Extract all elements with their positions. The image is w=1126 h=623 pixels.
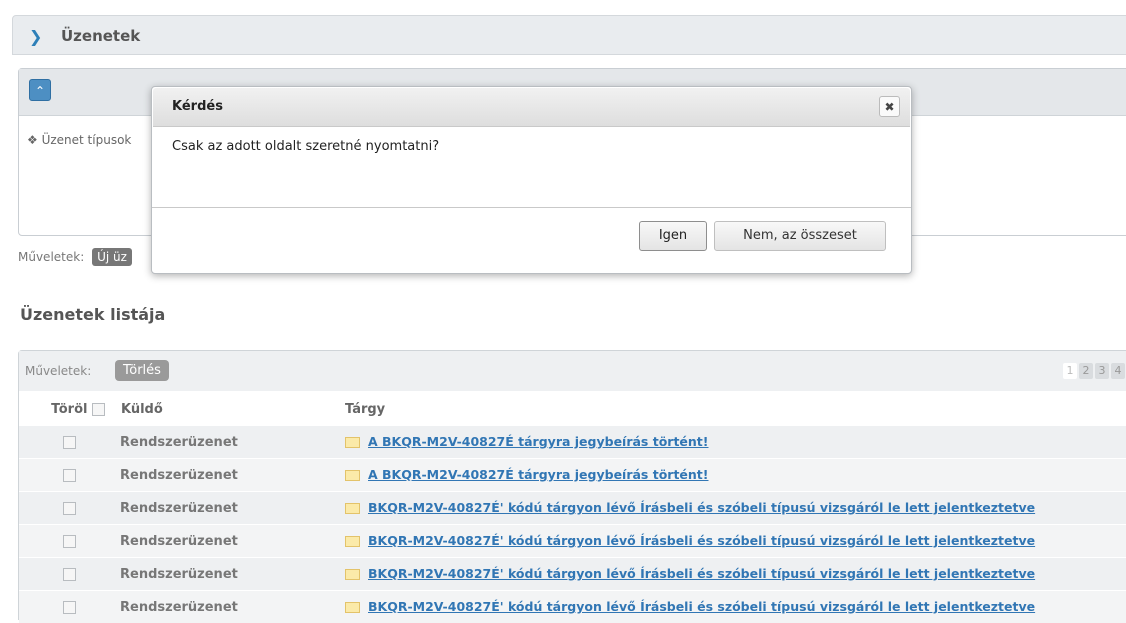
header-subject: Tárgy bbox=[344, 393, 1126, 426]
row-subject-link[interactable]: BKQR-M2V-40827É' kódú tárgyon lévő Írásb… bbox=[368, 500, 1035, 515]
row-checkbox[interactable] bbox=[63, 568, 76, 581]
yes-button[interactable]: Igen bbox=[639, 221, 707, 251]
row-checkbox[interactable] bbox=[63, 436, 76, 449]
operations-row: Műveletek: Új üz bbox=[18, 248, 132, 266]
select-all-checkbox[interactable] bbox=[92, 403, 105, 416]
page-title: Üzenetek bbox=[61, 27, 140, 45]
dialog-header: Kérdés ✖ bbox=[153, 88, 910, 127]
row-subject-link[interactable]: BKQR-M2V-40827É' kódú tárgyon lévő Írásb… bbox=[368, 533, 1035, 548]
dialog-divider bbox=[152, 207, 911, 208]
table-row[interactable]: Rendszerüzenet BKQR-M2V-40827É' kódú tár… bbox=[19, 525, 1126, 558]
envelope-icon bbox=[345, 536, 360, 547]
row-subject-link[interactable]: BKQR-M2V-40827É' kódú tárgyon lévő Írásb… bbox=[368, 599, 1035, 614]
row-checkbox[interactable] bbox=[63, 502, 76, 515]
page-3[interactable]: 3 bbox=[1095, 363, 1109, 379]
envelope-icon bbox=[345, 470, 360, 481]
row-sender: Rendszerüzenet bbox=[119, 492, 344, 525]
page-4[interactable]: 4 bbox=[1111, 363, 1125, 379]
confirm-dialog: Kérdés ✖ Csak az adott oldalt szeretné n… bbox=[151, 86, 912, 274]
message-list: Műveletek: Törlés 1234 Töröl Küldő Tárgy… bbox=[18, 350, 1126, 620]
list-operations-label: Műveletek: bbox=[25, 364, 91, 378]
table-row[interactable]: Rendszerüzenet BKQR-M2V-40827É' kódú tár… bbox=[19, 492, 1126, 525]
envelope-icon bbox=[345, 569, 360, 580]
table-row[interactable]: Rendszerüzenet A BKQR-M2V-40827É tárgyra… bbox=[19, 426, 1126, 459]
row-sender: Rendszerüzenet bbox=[119, 426, 344, 459]
row-sender: Rendszerüzenet bbox=[119, 591, 344, 623]
pager: 1234 bbox=[1061, 363, 1125, 379]
header-delete: Töröl bbox=[19, 393, 119, 426]
row-checkbox[interactable] bbox=[63, 469, 76, 482]
envelope-icon bbox=[345, 602, 360, 613]
table-row[interactable]: Rendszerüzenet A BKQR-M2V-40827É tárgyra… bbox=[19, 459, 1126, 492]
close-icon[interactable]: ✖ bbox=[879, 96, 900, 117]
envelope-icon bbox=[345, 503, 360, 514]
page-2[interactable]: 2 bbox=[1079, 363, 1093, 379]
envelope-icon bbox=[345, 437, 360, 448]
row-checkbox[interactable] bbox=[63, 601, 76, 614]
new-message-button[interactable]: Új üz bbox=[92, 248, 132, 266]
page: ❯ Üzenetek ⌃ ❖ Üzenet típusok Műveletek:… bbox=[0, 0, 1126, 610]
page-1[interactable]: 1 bbox=[1063, 363, 1077, 379]
dialog-message: Csak az adott oldalt szeretné nyomtatni? bbox=[172, 139, 439, 154]
messages-table: Töröl Küldő Tárgy Rendszerüzenet A BKQR-… bbox=[19, 393, 1126, 623]
row-checkbox[interactable] bbox=[63, 535, 76, 548]
row-sender: Rendszerüzenet bbox=[119, 558, 344, 591]
table-row[interactable]: Rendszerüzenet BKQR-M2V-40827É' kódú tár… bbox=[19, 591, 1126, 623]
row-sender: Rendszerüzenet bbox=[119, 525, 344, 558]
row-subject-link[interactable]: A BKQR-M2V-40827É tárgyra jegybeírás tör… bbox=[368, 467, 709, 482]
message-types-label: ❖ Üzenet típusok bbox=[27, 133, 131, 147]
row-subject-link[interactable]: A BKQR-M2V-40827É tárgyra jegybeírás tör… bbox=[368, 434, 709, 449]
no-all-button[interactable]: Nem, az összeset bbox=[714, 221, 886, 251]
operations-label: Műveletek: bbox=[18, 250, 84, 264]
list-title: Üzenetek listája bbox=[20, 305, 165, 324]
table-header: Töröl Küldő Tárgy bbox=[19, 393, 1126, 426]
chevron-right-icon: ❯ bbox=[29, 27, 42, 46]
dialog-title: Kérdés bbox=[172, 99, 223, 114]
collapse-up-icon[interactable]: ⌃ bbox=[29, 79, 51, 101]
row-sender: Rendszerüzenet bbox=[119, 459, 344, 492]
delete-button[interactable]: Törlés bbox=[115, 360, 169, 381]
table-row[interactable]: Rendszerüzenet BKQR-M2V-40827É' kódú tár… bbox=[19, 558, 1126, 591]
row-subject-link[interactable]: BKQR-M2V-40827É' kódú tárgyon lévő Írásb… bbox=[368, 566, 1035, 581]
header-sender: Küldő bbox=[119, 393, 344, 426]
list-toolbar: Műveletek: Törlés 1234 bbox=[19, 351, 1126, 391]
panel-header: ❯ Üzenetek bbox=[12, 15, 1126, 55]
